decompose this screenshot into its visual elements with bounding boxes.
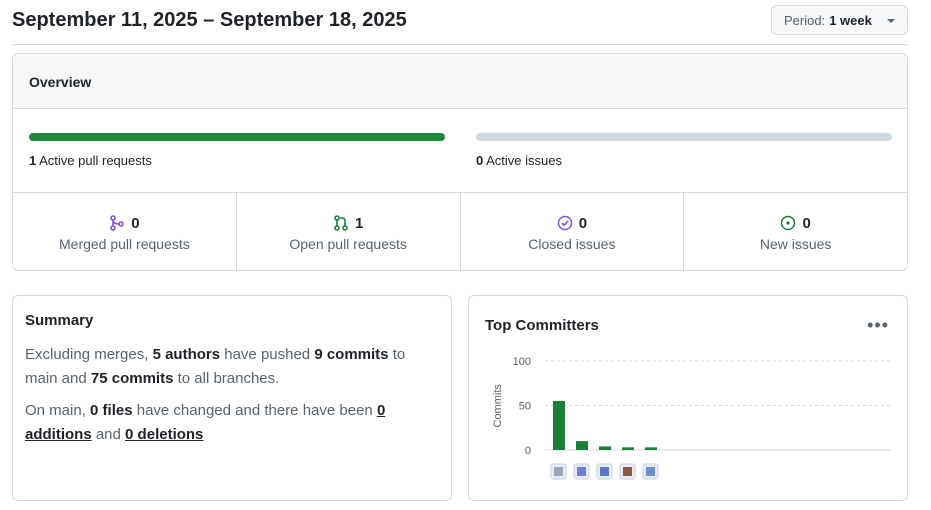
deletions-label: deletions [133,426,204,443]
git-merge-icon [110,215,125,231]
active-issues-count: 0 [476,153,484,168]
active-issues-label: Active issues [486,153,563,168]
chart-avatars [550,463,659,480]
period-value: 1 week [829,12,872,28]
issue-closed-icon [557,215,572,231]
overview-panel: Overview 1 Active pull requests 0 Active… [12,53,908,271]
summary-text: to all branches. [173,370,280,387]
issues-progress-bar [476,133,892,141]
issue-opened-icon [781,215,796,231]
all-branches-commits-count: 75 commits [90,370,174,387]
main-commits-count: 9 commits [314,346,389,363]
new-issues-count: 0 [802,214,811,232]
committer-avatar-image [646,467,655,476]
stat-open-pull-requests[interactable]: 1 Open pull requests [237,193,461,270]
summary-text: have changed and there have been [132,402,377,419]
committer-avatar-image [554,467,563,476]
stat-new-issues[interactable]: 0 New issues [684,193,907,270]
summary-text: On main, [25,402,91,419]
merged-pull-requests-label: Merged pull requests [59,236,190,252]
new-issues-label: New issues [759,236,832,252]
overview-title: Overview [13,54,907,109]
summary-commits-text: Excluding merges, 5 authors have pushed … [25,343,439,391]
overview-bars: 1 Active pull requests 0 Active issues [13,109,907,193]
pull-requests-progress-fill [29,133,445,141]
header-row: September 11, 2025 – September 18, 2025 … [12,0,908,45]
active-pull-requests-label: Active pull requests [39,153,152,168]
committer-avatar-image [623,467,632,476]
page-title: September 11, 2025 – September 18, 2025 [12,9,407,31]
caret-down-icon [887,19,895,23]
active-issues-link[interactable]: 0 Active issues [476,153,562,168]
chart-grid [545,360,891,451]
period-dropdown-button[interactable]: Period: 1 week [771,5,908,35]
top-committers-card: Top Committers ••• 100 50 0 Commits [468,295,908,501]
closed-issues-count: 0 [578,214,588,232]
additions-count: 0 [376,402,386,419]
open-pull-requests-count: 1 [354,214,364,232]
additions-label: additions [25,426,92,443]
y-tick-label: 100 [513,356,531,368]
overview-stats: 0 Merged pull requests 1 Open pull reque… [13,193,907,270]
y-tick-label: 50 [519,401,531,413]
files-changed-count: 0 files [90,402,133,419]
authors-count: 5 authors [152,346,221,363]
summary-text: and [91,426,126,443]
top-committers-chart: 100 50 0 Commits [492,356,891,480]
chart-y-axis-label: Commits [492,384,504,428]
stat-merged-pull-requests[interactable]: 0 Merged pull requests [13,193,237,270]
committer-avatar-image [577,467,586,476]
deletions-link[interactable]: 0 deletions [125,426,203,443]
active-pull-requests-count: 1 [29,153,37,168]
open-pull-requests-label: Open pull requests [289,236,407,252]
summary-text: have pushed [220,346,315,363]
chart-bars [553,401,657,450]
git-pull-request-icon [334,215,348,231]
chart-bar [599,446,611,450]
summary-title: Summary [25,312,94,329]
summary-card: Summary Excluding merges, 5 authors have… [12,295,452,501]
active-pull-requests-link[interactable]: 1 Active pull requests [29,153,152,168]
y-tick-label: 0 [525,445,531,457]
stat-closed-issues[interactable]: 0 Closed issues [461,193,685,270]
merged-pull-requests-count: 0 [131,214,140,232]
summary-changes-text: On main, 0 files have changed and there … [25,399,439,447]
summary-text: Excluding merges, [25,346,153,363]
chart-bar [645,447,657,450]
chart-bar [622,447,634,450]
period-label: Period: [784,12,826,28]
committer-avatar-image [600,467,609,476]
pull-requests-progress-bar [29,133,445,141]
chart-y-ticks: 100 50 0 [513,356,531,457]
chart-bar [553,401,565,450]
closed-issues-label: Closed issues [528,236,616,252]
chart-bar [576,441,588,450]
